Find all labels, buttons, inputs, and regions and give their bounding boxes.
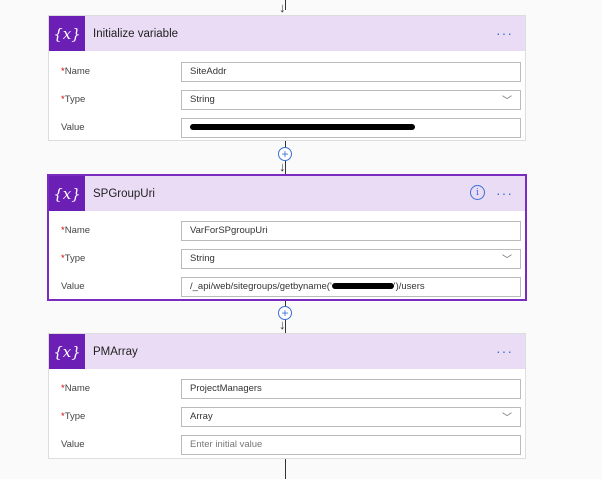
type-label: *Type bbox=[61, 94, 86, 105]
chevron-down-icon: ﹀ bbox=[502, 95, 512, 107]
arrow-down-icon: ↓ bbox=[279, 0, 286, 15]
card-title: Initialize variable bbox=[93, 27, 179, 40]
type-select[interactable]: Array ﹀ bbox=[181, 406, 521, 427]
card-header[interactable]: {x} Initialize variable ··· bbox=[49, 16, 525, 51]
card-title: SPGroupUri bbox=[93, 187, 155, 200]
name-input[interactable]: ProjectManagers bbox=[181, 378, 521, 399]
redaction bbox=[331, 282, 394, 289]
type-label: *Type bbox=[61, 253, 86, 264]
connector-line bbox=[285, 459, 286, 479]
name-label: *Name bbox=[61, 225, 91, 236]
value-label: Value bbox=[61, 122, 85, 133]
arrow-down-icon: ↓ bbox=[279, 159, 286, 174]
more-options-button[interactable]: ··· bbox=[496, 343, 513, 359]
arrow-down-icon: ↓ bbox=[279, 317, 286, 332]
action-card-spgroupuri[interactable]: {x} SPGroupUri i ··· *Name VarForSPgroupU… bbox=[47, 174, 527, 301]
chevron-down-icon: ﹀ bbox=[502, 412, 512, 424]
value-label: Value bbox=[61, 281, 85, 292]
card-header[interactable]: {x} PMArray ··· bbox=[49, 334, 525, 369]
type-select[interactable]: String ﹀ bbox=[181, 89, 521, 110]
action-card-initialize-variable[interactable]: {x} Initialize variable ··· *Name SiteAdd… bbox=[48, 15, 526, 141]
type-select[interactable]: String ﹀ bbox=[181, 248, 521, 269]
chevron-down-icon: ﹀ bbox=[502, 254, 512, 266]
card-header[interactable]: {x} SPGroupUri i ··· bbox=[49, 176, 525, 211]
more-options-button[interactable]: ··· bbox=[496, 25, 513, 41]
variable-icon: {x} bbox=[49, 16, 85, 51]
type-label: *Type bbox=[61, 411, 86, 422]
value-input[interactable] bbox=[181, 117, 521, 138]
name-input[interactable]: VarForSPgroupUri bbox=[181, 220, 521, 241]
value-input[interactable]: /_api/web/sitegroups/getbyname(' ')/users bbox=[181, 276, 521, 297]
redaction bbox=[190, 123, 415, 130]
more-options-button[interactable]: ··· bbox=[496, 185, 513, 201]
variable-icon: {x} bbox=[49, 334, 85, 369]
card-title: PMArray bbox=[93, 345, 138, 358]
action-card-pmarray[interactable]: {x} PMArray ··· *Name ProjectManagers *Ty… bbox=[48, 333, 526, 459]
name-label: *Name bbox=[61, 66, 91, 77]
value-input[interactable]: Enter initial value bbox=[181, 434, 521, 455]
value-label: Value bbox=[61, 439, 85, 450]
name-label: *Name bbox=[61, 383, 91, 394]
name-input[interactable]: SiteAddr bbox=[181, 61, 521, 82]
info-icon[interactable]: i bbox=[470, 185, 485, 200]
variable-icon: {x} bbox=[49, 176, 85, 211]
